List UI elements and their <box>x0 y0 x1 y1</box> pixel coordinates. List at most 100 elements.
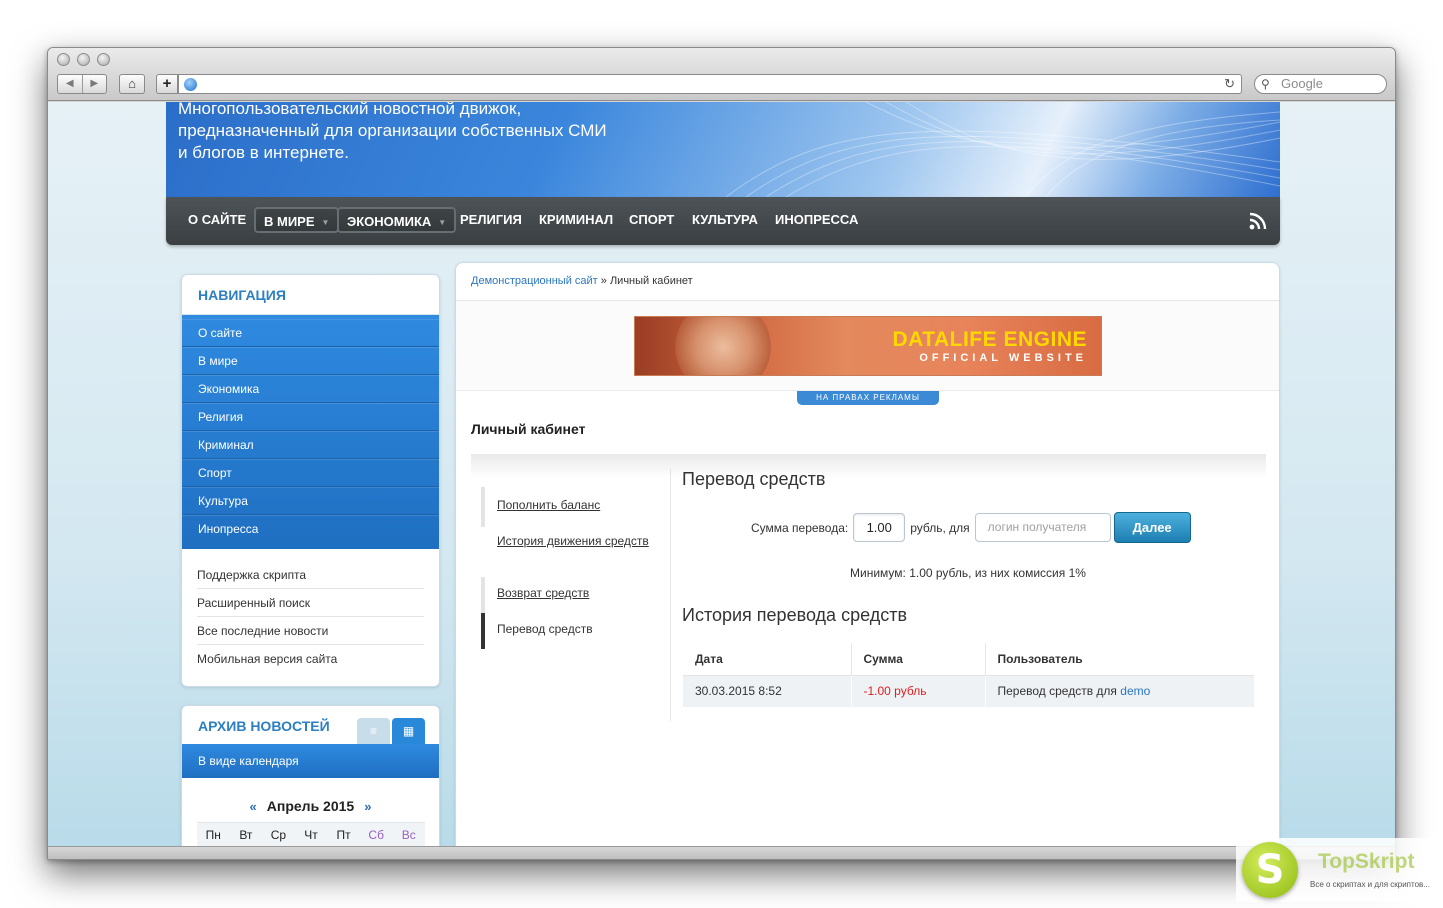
rss-icon[interactable] <box>1248 211 1268 231</box>
topnav-item-about[interactable]: О САЙТЕ <box>188 207 246 233</box>
topnav-item-crime[interactable]: КРИМИНАЛ <box>539 207 613 233</box>
cell-user: Перевод средств для demo <box>985 675 1254 707</box>
archive-calendar-tab[interactable]: ▦ <box>392 718 425 744</box>
archive-list-tab[interactable]: ≡ <box>357 718 390 744</box>
logo-name: TopSkript <box>1318 850 1415 873</box>
amount-input[interactable]: 1.00 <box>853 513 906 542</box>
cabinet-menu: Пополнить баланс История движения средст… <box>481 479 667 720</box>
topnav-item-world[interactable]: В МИРЕ ▼ <box>254 207 340 233</box>
sidebar-item-economy[interactable]: Экономика <box>182 375 439 403</box>
home-button[interactable]: ⌂ <box>119 74 145 94</box>
sidebar-item-advanced-search[interactable]: Расширенный поиск <box>197 589 424 617</box>
history-table: Дата Сумма Пользователь 30.03.2015 8:52 … <box>683 643 1254 707</box>
calendar-next-button[interactable]: » <box>364 799 371 814</box>
ad-title: DATALIFE ENGINE <box>892 328 1087 351</box>
breadcrumb: Демонстрационный сайт » Личный кабинет <box>471 275 693 287</box>
minimize-window-button[interactable] <box>77 53 90 66</box>
topnav-item-religion[interactable]: РЕЛИГИЯ <box>460 207 522 233</box>
sidebar-item-latest-news[interactable]: Все последние новости <box>197 617 424 645</box>
sidebar-nav-title: НАВИГАЦИЯ <box>182 275 439 315</box>
window-bottom-bar <box>48 846 1395 859</box>
menu-item-refund[interactable]: Возврат средств <box>481 586 589 600</box>
globe-icon <box>184 78 197 91</box>
browser-toolbar: ◀ ▶ ⌂ + ↻ ⚲ Google <box>48 48 1395 101</box>
calendar-prev-button[interactable]: « <box>250 799 257 814</box>
ad-banner[interactable]: DATALIFE ENGINE OFFICIAL WEBSITE <box>634 316 1102 376</box>
topnav-item-inopressa[interactable]: ИНОПРЕССА <box>775 207 858 233</box>
recipient-input[interactable]: логин получателя <box>974 513 1111 542</box>
weekday: Пн <box>205 828 221 842</box>
calendar-weekdays: Пн Вт Ср Чт Пт Сб Вс <box>197 822 425 846</box>
table-header-row: Дата Сумма Пользователь <box>683 643 1254 676</box>
close-window-button[interactable] <box>57 53 70 66</box>
browser-search-input[interactable]: ⚲ Google <box>1254 74 1387 94</box>
sidebar-item-world[interactable]: В мире <box>182 347 439 375</box>
topnav-item-sport[interactable]: СПОРТ <box>629 207 674 233</box>
user-link[interactable]: demo <box>1120 684 1150 698</box>
topskript-watermark: S TopSkript Все о скриптах и для скрипто… <box>1236 838 1443 902</box>
browser-window: ◀ ▶ ⌂ + ↻ ⚲ Google Многопользовательский… <box>47 47 1396 860</box>
breadcrumb-current: Личный кабинет <box>609 275 693 287</box>
site-tagline: Многопользовательский новостной движок, … <box>178 102 607 162</box>
zoom-window-button[interactable] <box>97 53 110 66</box>
topnav-item-culture[interactable]: КУЛЬТУРА <box>692 207 758 233</box>
logo-letter: S <box>1255 847 1285 893</box>
divider <box>670 469 671 721</box>
sidebar-navigation: НАВИГАЦИЯ О сайте В мире Экономика Религ… <box>181 274 440 687</box>
weekday-weekend: Вс <box>401 828 416 842</box>
topnav-item-label: В МИРЕ <box>264 214 315 229</box>
add-bookmark-button[interactable]: + <box>156 74 178 94</box>
history-nav-buttons: ◀ ▶ <box>57 74 107 94</box>
sidebar-item-culture[interactable]: Культура <box>182 487 439 515</box>
logo-tagline: Все о скриптах и для скриптов... <box>1310 880 1430 889</box>
menu-item-transfer[interactable]: Перевод средств <box>481 622 593 636</box>
address-bar[interactable]: ↻ <box>178 74 1242 94</box>
cell-user-text: Перевод средств для <box>997 684 1121 699</box>
sidebar-item-support[interactable]: Поддержка скрипта <box>197 561 424 589</box>
archive-view-label: В виде календаря <box>182 744 439 778</box>
sidebar-category-list: О сайте В мире Экономика Религия Кримина… <box>182 315 439 549</box>
sidebar-item-crime[interactable]: Криминал <box>182 431 439 459</box>
column-header-user: Пользователь <box>985 643 1254 676</box>
weekday: Ср <box>270 828 287 842</box>
weekday: Чт <box>304 828 318 842</box>
search-icon: ⚲ <box>1261 77 1270 91</box>
sidebar-item-inopressa[interactable]: Инопресса <box>182 515 439 543</box>
page-title: Личный кабинет <box>471 421 586 437</box>
ad-label: НА ПРАВАХ РЕКЛАМЫ <box>797 391 939 405</box>
next-button[interactable]: Далее <box>1113 512 1191 543</box>
sidebar-item-about[interactable]: О сайте <box>182 319 439 347</box>
breadcrumb-home-link[interactable]: Демонстрационный сайт <box>471 275 598 287</box>
column-header-date: Дата <box>683 643 852 676</box>
reload-icon[interactable]: ↻ <box>1224 76 1235 92</box>
page-viewport: Многопользовательский новостной движок, … <box>48 102 1395 846</box>
ad-emblem-graphic <box>675 317 771 375</box>
history-heading: История перевода средств <box>682 605 908 625</box>
chevron-down-icon: ▼ <box>321 217 330 227</box>
sidebar-item-sport[interactable]: Спорт <box>182 459 439 487</box>
sidebar-item-religion[interactable]: Религия <box>182 403 439 431</box>
sidebar-news-archive: АРХИВ НОВОСТЕЙ ≡ ▦ В виде календаря «Апр… <box>181 705 440 846</box>
weekday: Пт <box>336 828 351 842</box>
calendar-header: « Апрель 2015 » <box>182 798 439 814</box>
back-button[interactable]: ◀ <box>58 75 83 93</box>
breadcrumb-separator: » <box>597 275 610 287</box>
unit-label: рубль, для <box>910 520 970 535</box>
transfer-form: Сумма перевода: 1.00 рубль, для логин по… <box>751 512 1191 543</box>
menu-item-topup[interactable]: Пополнить баланс <box>481 498 600 512</box>
search-placeholder: Google <box>1281 76 1323 91</box>
amount-label: Сумма перевода: <box>751 520 849 535</box>
transfer-panel: Перевод средств Сумма перевода: 1.00 руб… <box>682 469 1267 707</box>
chevron-down-icon: ▼ <box>438 217 447 227</box>
topnav-item-economy[interactable]: ЭКОНОМИКА ▼ <box>337 207 457 233</box>
archive-view-tabs: ≡ ▦ <box>357 718 425 744</box>
forward-button[interactable]: ▶ <box>83 75 107 93</box>
menu-item-history[interactable]: История движения средств <box>481 534 649 548</box>
top-navigation: О САЙТЕ В МИРЕ ▼ ЭКОНОМИКА ▼ РЕЛИГИЯ КРИМИ… <box>166 197 1280 245</box>
column-header-amount: Сумма <box>851 643 986 676</box>
header-banner: Многопользовательский новостной движок, … <box>166 102 1280 197</box>
cell-date: 30.03.2015 8:52 <box>683 675 852 707</box>
sidebar-utility-list: Поддержка скрипта Расширенный поиск Все … <box>182 549 439 673</box>
transfer-heading: Перевод средств <box>682 469 826 489</box>
sidebar-item-mobile-version[interactable]: Мобильная версия сайта <box>197 645 424 673</box>
